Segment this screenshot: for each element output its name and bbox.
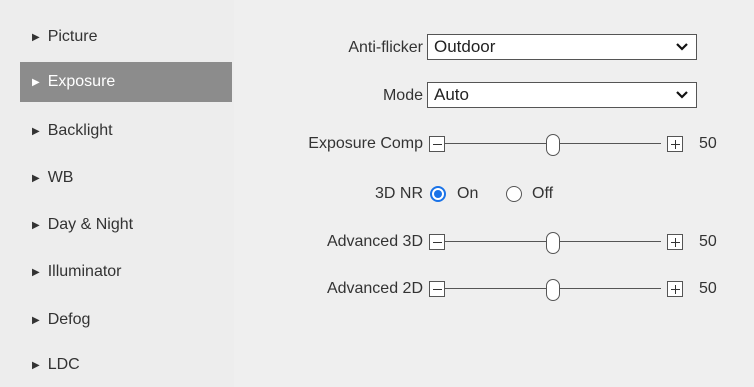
mode-value: Auto: [434, 85, 469, 104]
3d-nr-row: 3D NR On Off: [234, 180, 754, 208]
anti-flicker-value: Outdoor: [434, 37, 496, 56]
advanced-2d-value: 50: [699, 280, 717, 297]
increase-button[interactable]: [667, 281, 683, 297]
sidebar-item-label: Day & Night: [47, 216, 134, 233]
minus-icon: [433, 289, 442, 290]
sidebar-item-wb[interactable]: ▶ WB: [20, 158, 232, 198]
sidebar-item-exposure[interactable]: ▶ Exposure: [20, 62, 232, 102]
advanced-2d-label: Advanced 2D: [326, 280, 423, 297]
mode-select[interactable]: Auto: [427, 82, 697, 108]
advanced-2d-row: Advanced 2D 50: [234, 275, 754, 303]
slider-thumb[interactable]: [546, 232, 560, 254]
triangle-right-icon: ▶: [32, 31, 40, 43]
sidebar-item-picture[interactable]: ▶ Picture: [20, 17, 232, 57]
chevron-down-icon: [676, 43, 688, 51]
exposure-comp-label: Exposure Comp: [308, 135, 423, 152]
advanced-3d-row: Advanced 3D 50: [234, 228, 754, 256]
3d-nr-off-label: Off: [532, 185, 554, 202]
decrease-button[interactable]: [429, 281, 445, 297]
sidebar-item-day-night[interactable]: ▶ Day & Night: [20, 205, 232, 245]
advanced-3d-label: Advanced 3D: [326, 233, 423, 250]
exposure-settings-panel: Anti-flicker Outdoor Mode Auto Exposure …: [234, 0, 754, 387]
3d-nr-label: 3D NR: [374, 185, 423, 202]
triangle-right-icon: ▶: [32, 359, 40, 371]
sidebar-item-illuminator[interactable]: ▶ Illuminator: [20, 252, 232, 292]
advanced-3d-value: 50: [699, 233, 717, 250]
mode-label: Mode: [382, 87, 423, 104]
slider-thumb[interactable]: [546, 279, 560, 301]
sidebar-item-label: WB: [47, 169, 74, 186]
plus-icon-v: [675, 140, 676, 149]
triangle-right-icon: ▶: [32, 219, 40, 231]
chevron-down-icon: [676, 91, 688, 99]
minus-icon: [433, 242, 442, 243]
increase-button[interactable]: [667, 136, 683, 152]
sidebar-item-defog[interactable]: ▶ Defog: [20, 300, 232, 340]
anti-flicker-row: Anti-flicker Outdoor: [234, 34, 754, 62]
triangle-right-icon: ▶: [32, 266, 40, 278]
sidebar-item-label: Backlight: [47, 122, 113, 139]
triangle-right-icon: ▶: [32, 314, 40, 326]
mode-row: Mode Auto: [234, 82, 754, 110]
sidebar-item-label: LDC: [47, 356, 80, 373]
anti-flicker-select[interactable]: Outdoor: [427, 34, 697, 60]
sidebar-item-backlight[interactable]: ▶ Backlight: [20, 111, 232, 151]
plus-icon-v: [675, 285, 676, 294]
anti-flicker-label: Anti-flicker: [348, 39, 423, 56]
3d-nr-on-label: On: [457, 185, 479, 202]
sidebar-item-ldc[interactable]: ▶ LDC: [20, 345, 232, 385]
plus-icon-v: [675, 238, 676, 247]
sidebar-item-label: Picture: [47, 28, 98, 45]
minus-icon: [433, 144, 442, 145]
triangle-right-icon: ▶: [32, 172, 40, 184]
sidebar-item-label: Illuminator: [47, 263, 122, 280]
decrease-button[interactable]: [429, 136, 445, 152]
sidebar: ▶ Picture ▶ Exposure ▶ Backlight ▶ WB ▶ …: [0, 0, 234, 387]
increase-button[interactable]: [667, 234, 683, 250]
sidebar-item-label: Exposure: [47, 73, 116, 90]
triangle-right-icon: ▶: [32, 125, 40, 137]
decrease-button[interactable]: [429, 234, 445, 250]
slider-thumb[interactable]: [546, 134, 560, 156]
3d-nr-on-radio[interactable]: [430, 186, 446, 202]
sidebar-item-label: Defog: [47, 311, 91, 328]
exposure-comp-row: Exposure Comp 50: [234, 130, 754, 158]
exposure-comp-value: 50: [699, 135, 717, 152]
triangle-right-icon: ▶: [32, 76, 40, 88]
3d-nr-off-radio[interactable]: [506, 186, 522, 202]
